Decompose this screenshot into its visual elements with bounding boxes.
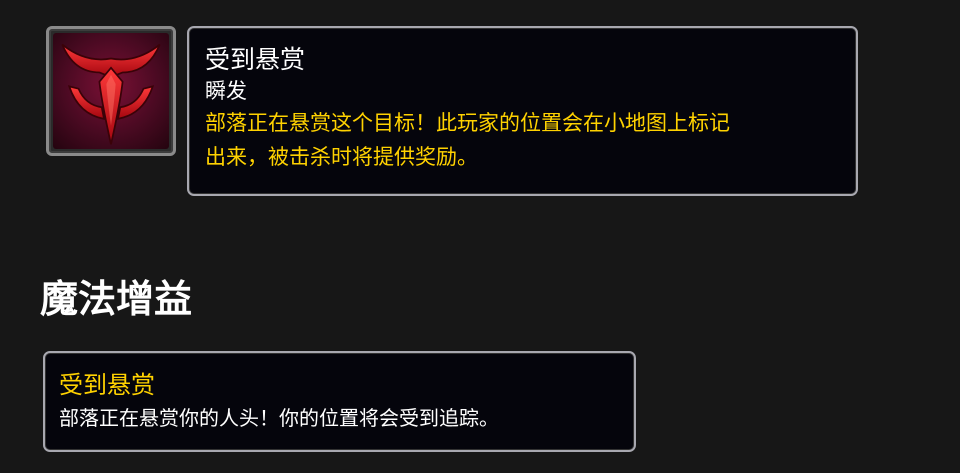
buffs-section-heading: 魔法增益 xyxy=(40,277,193,321)
buff-name: 受到悬赏 xyxy=(59,371,155,399)
screen: 受到悬赏 瞬发 部落正在悬赏这个目标！此玩家的位置会在小地图上标记 出来，被击杀… xyxy=(0,0,960,473)
horde-emblem-graphic xyxy=(61,43,161,145)
spell-description-line2: 出来，被击杀时将提供奖励。 xyxy=(205,145,478,169)
spell-cast-time: 瞬发 xyxy=(205,79,247,103)
spell-description-line1: 部落正在悬赏这个目标！此玩家的位置会在小地图上标记 xyxy=(205,111,730,135)
buff-tooltip: 受到悬赏 部落正在悬赏你的人头！你的位置将会受到追踪。 xyxy=(43,351,636,452)
spell-name: 受到悬赏 xyxy=(205,45,306,74)
buff-description: 部落正在悬赏你的人头！你的位置将会受到追踪。 xyxy=(59,406,499,430)
spell-tooltip: 受到悬赏 瞬发 部落正在悬赏这个目标！此玩家的位置会在小地图上标记 出来，被击杀… xyxy=(187,26,858,196)
spell-icon-frame[interactable] xyxy=(46,26,176,156)
horde-bounty-icon xyxy=(53,33,169,149)
